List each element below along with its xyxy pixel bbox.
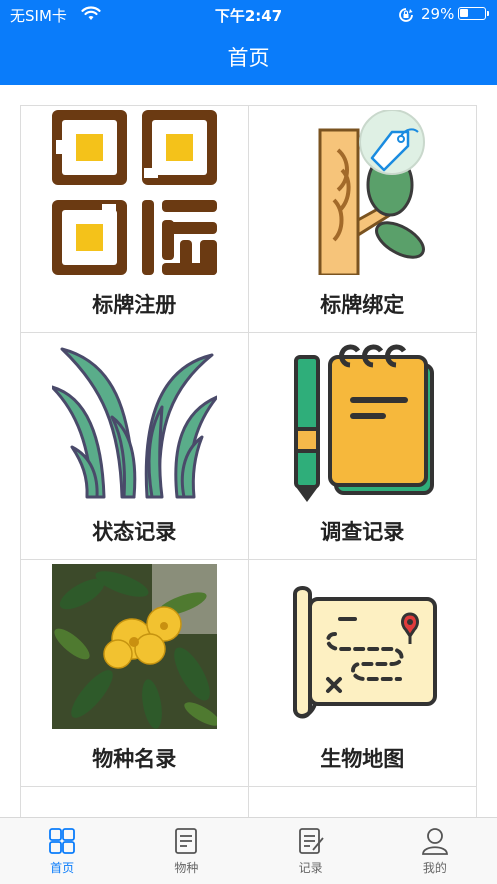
grid-icon — [49, 828, 76, 854]
qr-code-icon — [52, 110, 217, 275]
record-icon — [298, 828, 324, 854]
tab-home[interactable]: 首页 — [0, 818, 124, 884]
document-icon — [175, 828, 198, 854]
page-title: 首页 — [227, 46, 270, 70]
tab-label: 记录 — [298, 861, 323, 875]
status-bar: 无SIM卡 下午2:47 29% — [0, 0, 497, 30]
menu-item-label: 物种名录 — [92, 747, 177, 771]
menu-item-more — [249, 787, 477, 817]
menu-item-tag-bind[interactable]: 标牌绑定 — [248, 106, 476, 333]
menu-item-survey-record[interactable]: 调查记录 — [248, 333, 476, 560]
menu-item-bio-map[interactable]: 生物地图 — [248, 560, 476, 787]
battery-icon — [458, 7, 489, 20]
menu-item-tag-register[interactable]: 标牌注册 — [21, 106, 249, 333]
menu-item-more — [21, 787, 249, 817]
treasure-map-icon — [292, 586, 437, 719]
menu-item-species-list[interactable]: 物种名录 — [21, 560, 249, 787]
top-bar: 无SIM卡 下午2:47 29% 首页 — [0, 0, 497, 85]
yellow-camellia-photo — [52, 564, 217, 729]
home-content: 标牌注册 标牌绑定 状态记录 调查记录 物种名录 生物地图 — [0, 85, 497, 818]
plant-leaves-icon — [52, 347, 217, 499]
tab-mine[interactable]: 我的 — [373, 818, 497, 884]
tab-label: 首页 — [50, 861, 75, 875]
tab-species[interactable]: 物种 — [124, 818, 248, 884]
menu-item-label: 标牌注册 — [92, 293, 177, 317]
tab-records[interactable]: 记录 — [249, 818, 373, 884]
tree-tag-icon — [318, 110, 425, 275]
rotation-lock-icon — [399, 8, 413, 22]
tab-label: 物种 — [174, 861, 199, 875]
notebook-pen-icon — [293, 344, 434, 502]
bottom-tab-bar: 首页 物种 记录 我的 — [0, 817, 497, 884]
tab-label: 我的 — [422, 861, 447, 875]
menu-item-label: 状态记录 — [92, 520, 177, 544]
menu-grid: 标牌注册 标牌绑定 状态记录 调查记录 物种名录 生物地图 — [20, 105, 477, 818]
menu-item-label: 标牌绑定 — [320, 293, 405, 317]
menu-item-status-record[interactable]: 状态记录 — [21, 333, 249, 560]
menu-item-label: 调查记录 — [320, 520, 405, 544]
user-icon — [421, 828, 448, 855]
battery-percent: 29% — [421, 5, 455, 23]
menu-item-label: 生物地图 — [320, 747, 405, 771]
